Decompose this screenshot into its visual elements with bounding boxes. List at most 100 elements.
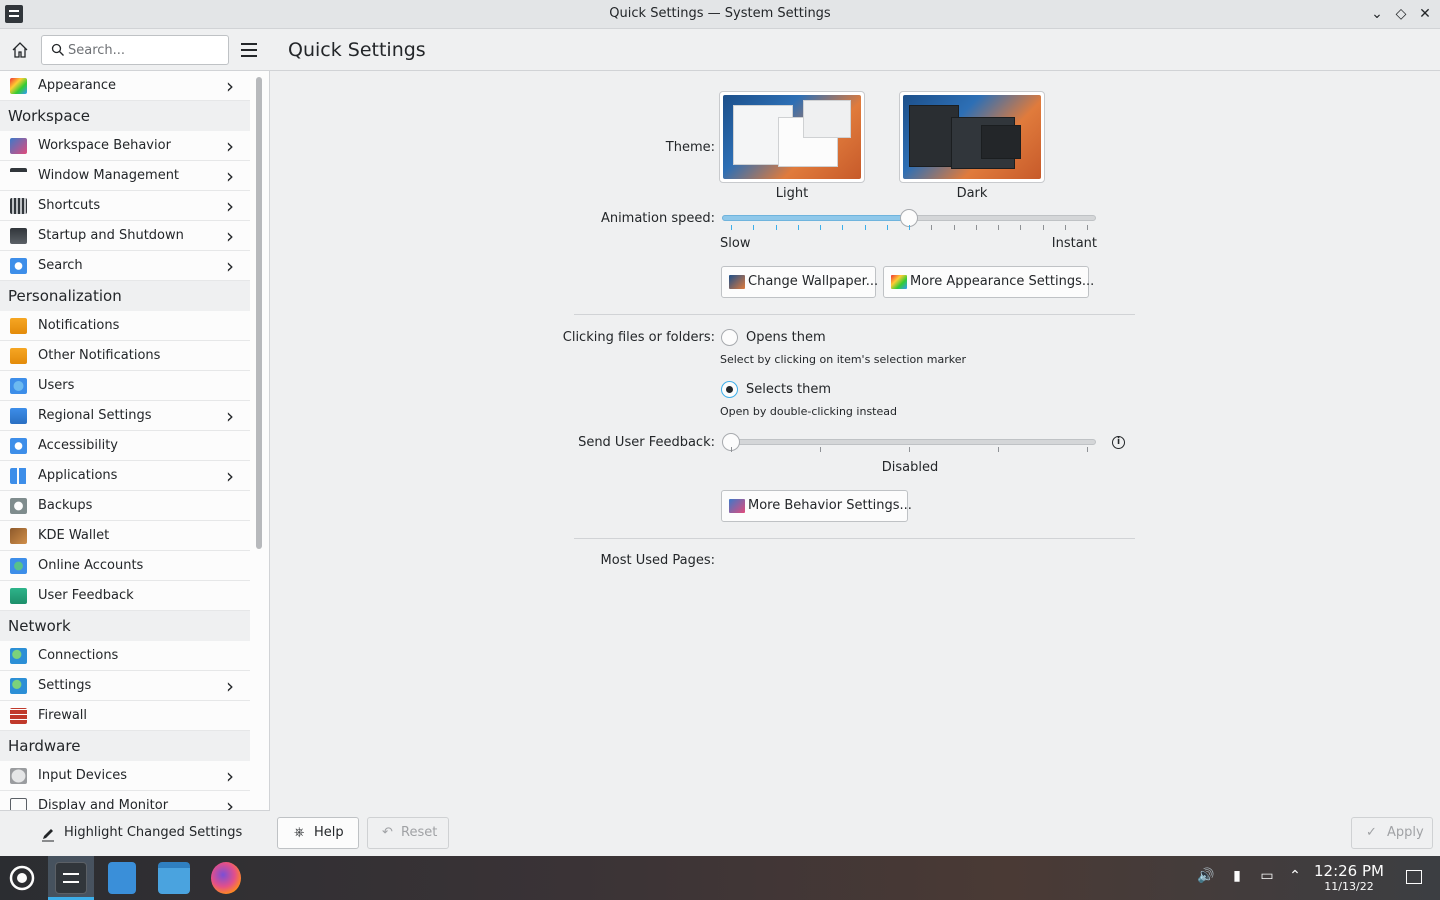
- sidebar-item-kde-wallet[interactable]: KDE Wallet: [0, 521, 250, 551]
- light-theme-preview: [723, 95, 861, 179]
- user-feedback-track[interactable]: [722, 439, 1096, 445]
- more-appearance-settings-button[interactable]: More Appearance Settings...: [883, 266, 1094, 298]
- maximize-button[interactable]: ◇: [1391, 4, 1411, 24]
- selects-them-radio[interactable]: [721, 381, 738, 398]
- sidebar-item-applications[interactable]: Applications ›: [0, 461, 250, 491]
- accessibility-icon: [10, 438, 27, 454]
- sidebar-item-notifications[interactable]: Notifications: [0, 311, 250, 341]
- device-notifier-icon[interactable]: ▮: [1228, 868, 1246, 888]
- sidebar-item-label: Workspace Behavior: [38, 138, 171, 153]
- sidebar-section-header: Network: [0, 611, 250, 641]
- slider-tick: [909, 447, 910, 452]
- divider: [574, 538, 1135, 539]
- sidebar-item-label: Accessibility: [38, 438, 118, 453]
- sidebar-item-other-notifications[interactable]: Other Notifications: [0, 341, 250, 371]
- taskbar: 🔊 ▮ ▭ ⌃ 12:26 PM 11/13/22: [0, 856, 1440, 900]
- slider-tick: [753, 225, 755, 230]
- sidebar-item-startup-and-shutdown[interactable]: Startup and Shutdown ›: [0, 221, 250, 251]
- appearance-icon: [10, 78, 27, 94]
- animation-instant-label: Instant: [1051, 236, 1097, 251]
- theme-light-caption: Light: [775, 186, 809, 201]
- search-input[interactable]: [68, 41, 218, 59]
- file-manager-icon[interactable]: [158, 862, 190, 894]
- sidebar-section-header: Hardware: [0, 731, 250, 761]
- sidebar-footer: Highlight Changed Settings: [0, 810, 270, 856]
- send-user-feedback-label: Send User Feedback:: [578, 435, 715, 450]
- main-content: Quick Settings Theme: Light Dark Animati…: [270, 29, 1440, 856]
- sidebar-item-label: Display and Monitor: [38, 798, 169, 810]
- sidebar-item-label: Settings: [38, 678, 92, 693]
- chevron-right-icon: ›: [226, 404, 234, 428]
- change-wallpaper-button[interactable]: Change Wallpaper...: [721, 266, 878, 298]
- sidebar-item-firewall[interactable]: Firewall: [0, 701, 250, 731]
- sidebar-item-workspace-behavior[interactable]: Workspace Behavior ›: [0, 131, 250, 161]
- sidebar-item-appearance[interactable]: Appearance ›: [0, 71, 250, 101]
- sidebar-item-settings[interactable]: Settings ›: [0, 671, 250, 701]
- task-icon-line: [63, 873, 79, 875]
- search-field[interactable]: [41, 35, 229, 65]
- sidebar-item-search[interactable]: Search ›: [0, 251, 250, 281]
- sidebar: Appearance›WorkspaceWorkspace Behavior›W…: [0, 29, 270, 856]
- sidebar-item-users[interactable]: Users: [0, 371, 250, 401]
- sidebar-item-accessibility[interactable]: Accessibility: [0, 431, 250, 461]
- clock-time: 12:26 PM: [1314, 862, 1384, 880]
- slider-tick: [909, 225, 910, 230]
- discover-store-icon[interactable]: [108, 862, 136, 894]
- apply-button[interactable]: ✓ Apply: [1351, 817, 1433, 849]
- chevron-right-icon: ›: [226, 254, 234, 278]
- show-hidden-icons-chevron-up-icon[interactable]: ⌃: [1286, 868, 1304, 888]
- sidebar-item-user-feedback[interactable]: User Feedback: [0, 581, 250, 611]
- selects-them-label[interactable]: Selects them: [746, 382, 831, 397]
- users-icon: [10, 378, 27, 394]
- sidebar-item-shortcuts[interactable]: Shortcuts ›: [0, 191, 250, 221]
- task-icon-line: [63, 881, 79, 883]
- system-settings-task[interactable]: [55, 862, 87, 894]
- wallet-icon: [10, 528, 27, 544]
- slider-tick: [931, 225, 933, 230]
- sidebar-item-display-and-monitor[interactable]: Display and Monitor ›: [0, 791, 250, 810]
- sidebar-item-backups[interactable]: Backups: [0, 491, 250, 521]
- sidebar-item-label: Online Accounts: [38, 558, 144, 573]
- clock-date: 11/13/22: [1324, 880, 1374, 893]
- reset-button[interactable]: ↶ Reset: [367, 817, 449, 849]
- network-icon[interactable]: ▭: [1258, 868, 1276, 888]
- close-button[interactable]: ✕: [1415, 4, 1435, 24]
- highlight-changed-settings-button[interactable]: Highlight Changed Settings: [64, 825, 242, 840]
- firefox-icon[interactable]: [211, 862, 241, 894]
- sidebar-item-label: Firewall: [38, 708, 88, 723]
- slider-tick: [1020, 225, 1022, 230]
- volume-icon[interactable]: 🔊: [1197, 868, 1215, 888]
- sidebar-item-connections[interactable]: Connections: [0, 641, 250, 671]
- hamburger-menu-button[interactable]: [239, 40, 259, 60]
- application-launcher[interactable]: [6, 862, 38, 894]
- opens-them-radio[interactable]: [721, 329, 738, 346]
- digital-clock[interactable]: 12:26 PM 11/13/22: [1312, 862, 1386, 894]
- online-accounts-icon: [10, 558, 27, 574]
- startup-icon: [10, 228, 27, 244]
- minimize-button[interactable]: ⌄: [1367, 4, 1387, 24]
- sidebar-item-input-devices[interactable]: Input Devices ›: [0, 761, 250, 791]
- globe-icon: [10, 648, 27, 664]
- checkmark-icon: ✓: [1366, 825, 1377, 840]
- slider-tick: [953, 225, 955, 230]
- info-icon[interactable]: i: [1112, 436, 1125, 449]
- sidebar-item-label: Appearance: [38, 78, 117, 93]
- sidebar-item-regional-settings[interactable]: Regional Settings ›: [0, 401, 250, 431]
- flag-icon: [10, 408, 27, 424]
- slider-tick: [775, 225, 777, 230]
- sidebar-header: [0, 29, 270, 71]
- sidebar-item-window-management[interactable]: Window Management ›: [0, 161, 250, 191]
- opens-them-label[interactable]: Opens them: [746, 330, 826, 345]
- theme-tile-dark[interactable]: [899, 91, 1045, 183]
- theme-tile-light[interactable]: [719, 91, 865, 183]
- user-feedback-state: Disabled: [881, 460, 939, 475]
- help-button[interactable]: ⎈ Help: [277, 817, 359, 849]
- monitor-icon: [10, 798, 27, 810]
- sidebar-scrollbar[interactable]: [256, 77, 262, 549]
- show-desktop-button[interactable]: [1405, 868, 1423, 888]
- sidebar-item-online-accounts[interactable]: Online Accounts: [0, 551, 250, 581]
- more-behavior-settings-button[interactable]: More Behavior Settings...: [721, 490, 912, 522]
- sidebar-item-label: Window Management: [38, 168, 180, 183]
- keyboard-icon: [10, 198, 27, 214]
- home-button[interactable]: [10, 40, 30, 60]
